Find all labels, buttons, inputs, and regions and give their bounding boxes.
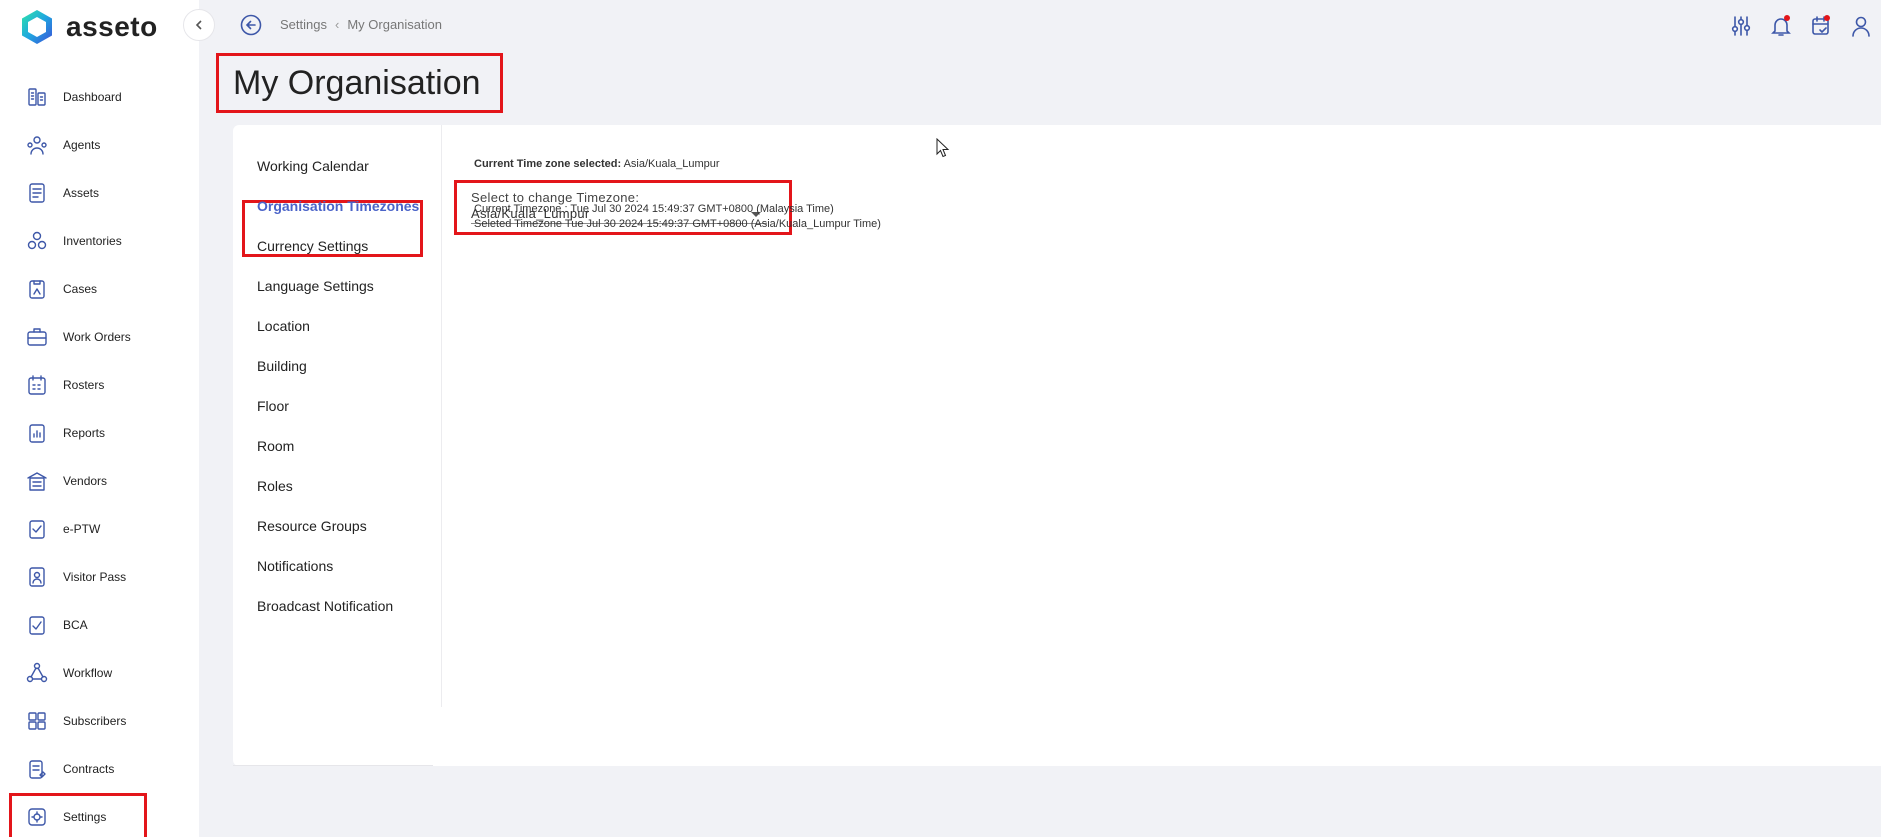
sidebar-item-label: Work Orders (63, 330, 131, 344)
settings-menu-room[interactable]: Room (257, 426, 294, 466)
settings-menu-organisation-timezones[interactable]: Organisation Timezones (257, 186, 419, 226)
settings-menu-working-calendar[interactable]: Working Calendar (257, 146, 369, 186)
logo[interactable]: asseto (20, 9, 158, 45)
sidebar-item-settings[interactable]: Settings (9, 793, 147, 837)
calendar-dot (1824, 15, 1830, 21)
current-timezone-selected-value: Asia/Kuala_Lumpur (623, 158, 720, 170)
sidebar-item-bca[interactable]: BCA (0, 601, 199, 649)
sidebar-item-label: Workflow (63, 666, 113, 680)
sidebar-item-subscribers[interactable]: Subscribers (0, 697, 199, 745)
workflow-icon (26, 662, 48, 684)
sidebar-item-work-orders[interactable]: Work Orders (0, 313, 199, 361)
sidebar-item-label: Settings (63, 810, 107, 824)
sidebar-item-label: Dashboard (63, 90, 122, 104)
visitor-pass-icon (26, 566, 48, 588)
breadcrumb-separator-icon: ‹ (334, 17, 340, 32)
sidebar-item-reports[interactable]: Reports (0, 409, 199, 457)
settings-menu-currency-settings[interactable]: Currency Settings (257, 226, 368, 266)
asseto-logo-icon (22, 10, 52, 44)
sidebar-item-vendors[interactable]: Vendors (0, 457, 199, 505)
menu-divider (233, 765, 433, 766)
subscribers-icon (26, 710, 48, 732)
settings-icon (26, 806, 48, 828)
settings-menu-language-settings[interactable]: Language Settings (257, 266, 374, 306)
work-orders-icon (26, 326, 48, 348)
settings-menu: Working Calendar Organisation Timezones Cu… (233, 125, 442, 707)
sidebar-item-inventories[interactable]: Inventories (0, 217, 199, 265)
selected-timezone-line: Seleted Timezone Tue Jul 30 2024 15:49:3… (474, 218, 881, 230)
sidebar-item-label: e-PTW (63, 522, 101, 536)
bca-icon (26, 614, 48, 636)
settings-menu-notifications[interactable]: Notifications (257, 546, 333, 586)
sidebar-item-label: Vendors (63, 474, 108, 488)
filter-sliders-icon[interactable] (1721, 12, 1761, 40)
sidebar-nav: Dashboard Agents Assets Inventories Cases Wor… (0, 73, 199, 837)
rosters-icon (26, 374, 48, 396)
sidebar-item-label: Assets (63, 186, 100, 200)
sidebar-item-label: Visitor Pass (63, 570, 127, 584)
contracts-icon (26, 758, 48, 780)
calendar-check-icon[interactable] (1801, 12, 1841, 40)
breadcrumb-current: My Organisation (347, 17, 442, 32)
sidebar-item-label: Contracts (63, 762, 115, 776)
current-timezone-line: Current Timezone : Tue Jul 30 2024 15:49… (474, 203, 834, 215)
page-title-highlight: My Organisation (216, 53, 503, 113)
vendors-icon (26, 470, 48, 492)
sidebar-item-label: BCA (63, 618, 88, 632)
assets-icon (26, 182, 48, 204)
reports-icon (26, 422, 48, 444)
logo-text: asseto (66, 11, 158, 42)
sidebar-item-visitor-pass[interactable]: Visitor Pass (0, 553, 199, 601)
cases-icon (26, 278, 48, 300)
sidebar: asseto Dashboard Agents Assets Inventories C… (0, 0, 199, 837)
sidebar-item-label: Rosters (63, 378, 105, 392)
sidebar-item-agents[interactable]: Agents (0, 121, 199, 169)
sidebar-item-cases[interactable]: Cases (0, 265, 199, 313)
sidebar-item-assets[interactable]: Assets (0, 169, 199, 217)
mouse-cursor-icon (936, 138, 950, 158)
notification-dot (1784, 15, 1790, 21)
dashboard-icon (26, 86, 48, 108)
breadcrumb-settings-link[interactable]: Settings (280, 17, 327, 32)
sidebar-item-workflow[interactable]: Workflow (0, 649, 199, 697)
settings-menu-broadcast-notification[interactable]: Broadcast Notification (257, 586, 393, 626)
top-icons (1721, 12, 1881, 40)
sidebar-item-dashboard[interactable]: Dashboard (0, 73, 199, 121)
sidebar-item-e-ptw[interactable]: e-PTW (0, 505, 199, 553)
back-arrow-icon[interactable] (240, 14, 262, 36)
sidebar-item-contracts[interactable]: Contracts (0, 745, 199, 793)
eptw-icon (26, 518, 48, 540)
user-icon[interactable] (1841, 12, 1881, 40)
current-timezone-selected: Current Time zone selected: Asia/Kuala_L… (474, 158, 720, 170)
chevron-left-icon (195, 20, 202, 30)
settings-card: Working Calendar Organisation Timezones Cu… (233, 125, 1881, 766)
sidebar-item-rosters[interactable]: Rosters (0, 361, 199, 409)
sidebar-collapse-button[interactable] (183, 9, 215, 41)
settings-menu-floor[interactable]: Floor (257, 386, 289, 426)
sidebar-item-label: Inventories (63, 234, 122, 248)
settings-menu-roles[interactable]: Roles (257, 466, 293, 506)
breadcrumb: Settings ‹ My Organisation (280, 17, 442, 32)
inventories-icon (26, 230, 48, 252)
notification-bell-icon[interactable] (1761, 12, 1801, 40)
settings-menu-building[interactable]: Building (257, 346, 307, 386)
settings-menu-location[interactable]: Location (257, 306, 310, 346)
sidebar-item-label: Subscribers (63, 714, 127, 728)
agents-icon (26, 134, 48, 156)
sidebar-item-label: Agents (63, 138, 101, 152)
sidebar-item-label: Reports (63, 426, 106, 440)
page-title: My Organisation (233, 63, 481, 102)
sidebar-item-label: Cases (63, 282, 98, 296)
settings-menu-resource-groups[interactable]: Resource Groups (257, 506, 367, 546)
current-timezone-selected-label: Current Time zone selected: (474, 158, 622, 170)
